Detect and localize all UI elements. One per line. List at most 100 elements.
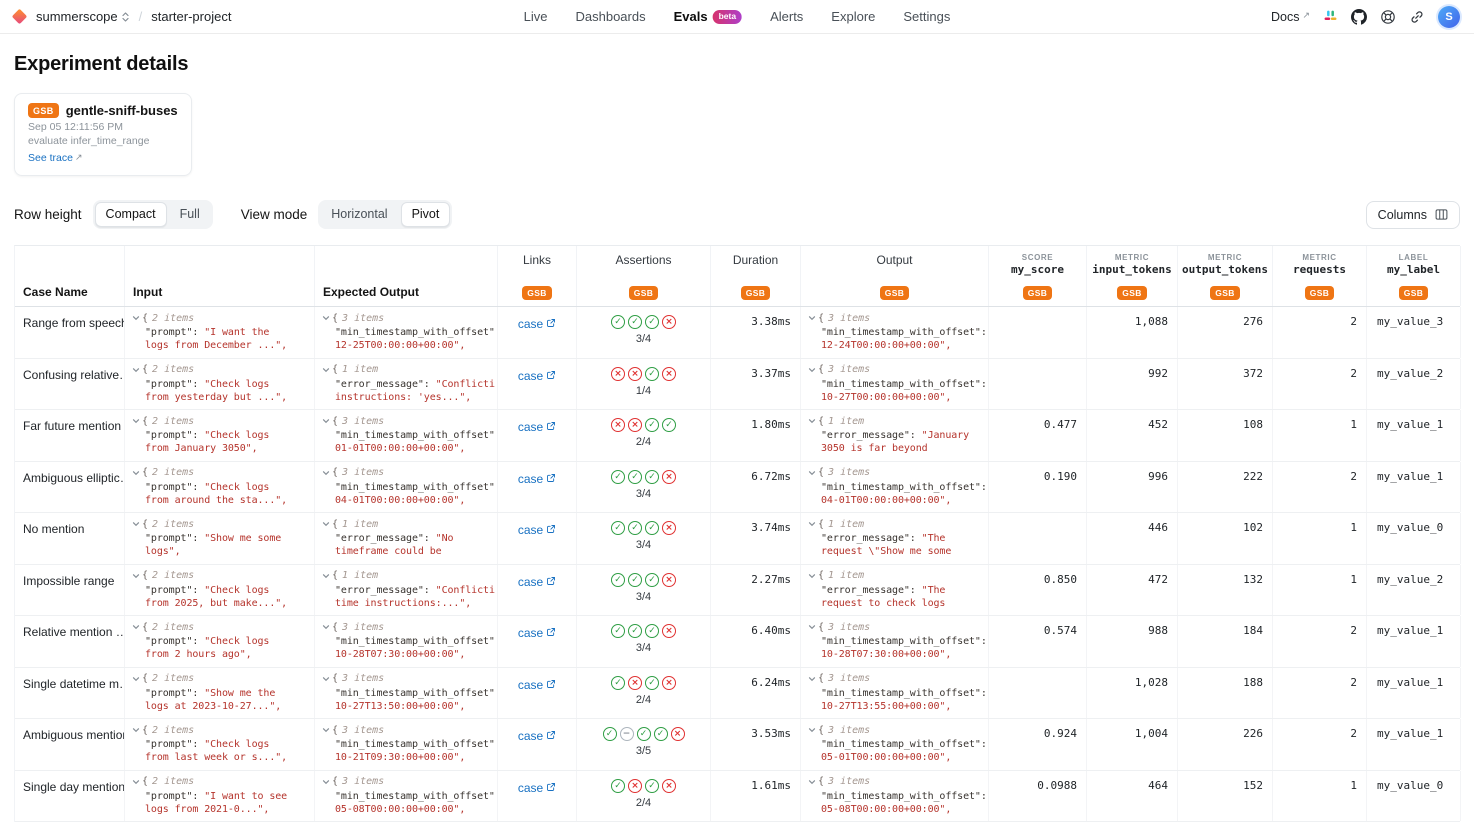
expand-icon[interactable]	[808, 520, 816, 528]
output-cell[interactable]: {1 item "error_message": "Therequest \"S…	[801, 513, 989, 564]
case-link[interactable]: case	[518, 781, 556, 822]
view-mode-pivot-button[interactable]: Pivot	[401, 202, 451, 227]
case-name-cell[interactable]: Confusing relative…	[15, 359, 125, 410]
expand-icon[interactable]	[808, 469, 816, 477]
case-name-cell[interactable]: Relative mention …	[15, 616, 125, 667]
expand-icon[interactable]	[808, 726, 816, 734]
output-cell[interactable]: {3 items "min_timestamp_with_offset":12-…	[801, 307, 989, 358]
col-header-case-name[interactable]: Case Name	[15, 246, 125, 306]
case-name-cell[interactable]: Impossible range	[15, 565, 125, 616]
input-cell[interactable]: {2 items "prompt": "Check logsfrom aroun…	[125, 462, 315, 513]
output-cell[interactable]: {3 items "min_timestamp_with_offset":10-…	[801, 616, 989, 667]
output-cell[interactable]: {3 items "min_timestamp_with_offset":04-…	[801, 462, 989, 513]
expand-icon[interactable]	[322, 314, 330, 322]
expected-output-cell[interactable]: {3 items "min_timestamp_with_offset":10-…	[315, 719, 498, 770]
project-name[interactable]: starter-project	[151, 9, 231, 24]
output-cell[interactable]: {3 items "min_timestamp_with_offset":10-…	[801, 668, 989, 719]
output-cell[interactable]: {1 item "error_message": "January3050 is…	[801, 410, 989, 461]
case-link[interactable]: case	[518, 420, 556, 461]
output-cell[interactable]: {3 items "min_timestamp_with_offset":10-…	[801, 359, 989, 410]
input-cell[interactable]: {2 items "prompt": "Check logsfrom Janua…	[125, 410, 315, 461]
input-cell[interactable]: {2 items "prompt": "Check logsfrom 2025,…	[125, 565, 315, 616]
input-cell[interactable]: {2 items "prompt": "Check logsfrom 2 hou…	[125, 616, 315, 667]
case-link[interactable]: case	[518, 678, 556, 719]
case-name-cell[interactable]: No mention	[15, 513, 125, 564]
col-header-assertions[interactable]: Assertions GSB	[577, 246, 711, 306]
input-cell[interactable]: {2 items "prompt": "I want to seelogs fr…	[125, 771, 315, 822]
row-height-compact-button[interactable]: Compact	[95, 202, 167, 227]
expand-icon[interactable]	[322, 623, 330, 631]
expected-output-cell[interactable]: {3 items "min_timestamp_with_offset":10-…	[315, 668, 498, 719]
slack-icon[interactable]	[1323, 9, 1338, 24]
tab-settings[interactable]: Settings	[903, 0, 950, 33]
org-switcher[interactable]: summerscope	[36, 9, 130, 24]
expected-output-cell[interactable]: {1 item "error_message": "Conflictiinstr…	[315, 359, 498, 410]
expand-icon[interactable]	[322, 520, 330, 528]
expand-icon[interactable]	[132, 417, 140, 425]
col-header-my-label[interactable]: LABEL my_label GSB	[1367, 246, 1461, 306]
col-header-links[interactable]: Links GSB	[498, 246, 577, 306]
case-link[interactable]: case	[518, 575, 556, 616]
case-link[interactable]: case	[518, 369, 556, 410]
expand-icon[interactable]	[322, 417, 330, 425]
case-name-cell[interactable]: Ambiguous mention	[15, 719, 125, 770]
expand-icon[interactable]	[132, 314, 140, 322]
expand-icon[interactable]	[132, 675, 140, 683]
view-mode-horizontal-button[interactable]: Horizontal	[320, 202, 398, 227]
col-header-input-tokens[interactable]: METRIC input_tokens GSB	[1087, 246, 1178, 306]
expected-output-cell[interactable]: {3 items "min_timestamp_with_offset":01-…	[315, 410, 498, 461]
case-link[interactable]: case	[518, 472, 556, 513]
expand-icon[interactable]	[808, 572, 816, 580]
expand-icon[interactable]	[132, 778, 140, 786]
expand-icon[interactable]	[322, 778, 330, 786]
expand-icon[interactable]	[132, 469, 140, 477]
case-link[interactable]: case	[518, 317, 556, 358]
case-name-cell[interactable]: Range from speech	[15, 307, 125, 358]
expand-icon[interactable]	[808, 314, 816, 322]
col-header-output-tokens[interactable]: METRIC output_tokens GSB	[1178, 246, 1273, 306]
expand-icon[interactable]	[808, 675, 816, 683]
row-height-full-button[interactable]: Full	[169, 202, 211, 227]
help-icon[interactable]	[1380, 9, 1396, 25]
tab-alerts[interactable]: Alerts	[770, 0, 803, 33]
expand-icon[interactable]	[132, 366, 140, 374]
expand-icon[interactable]	[132, 726, 140, 734]
expected-output-cell[interactable]: {3 items "min_timestamp_with_offset":04-…	[315, 462, 498, 513]
expand-icon[interactable]	[808, 366, 816, 374]
expand-icon[interactable]	[132, 623, 140, 631]
expand-icon[interactable]	[132, 520, 140, 528]
output-cell[interactable]: {3 items "min_timestamp_with_offset":05-…	[801, 771, 989, 822]
tab-live[interactable]: Live	[524, 0, 548, 33]
github-icon[interactable]	[1351, 9, 1367, 25]
output-cell[interactable]: {3 items "min_timestamp_with_offset":05-…	[801, 719, 989, 770]
expand-icon[interactable]	[322, 366, 330, 374]
col-header-output[interactable]: Output GSB	[801, 246, 989, 306]
output-cell[interactable]: {1 item "error_message": "Therequest to …	[801, 565, 989, 616]
docs-link[interactable]: Docs↗	[1271, 10, 1310, 24]
input-cell[interactable]: {2 items "prompt": "Show me somelogs",	[125, 513, 315, 564]
tab-evals[interactable]: Evals beta	[674, 0, 742, 33]
avatar[interactable]: S	[1438, 6, 1460, 28]
input-cell[interactable]: {2 items "prompt": "Check logsfrom yeste…	[125, 359, 315, 410]
tab-explore[interactable]: Explore	[831, 0, 875, 33]
tab-dashboards[interactable]: Dashboards	[575, 0, 645, 33]
expected-output-cell[interactable]: {3 items "min_timestamp_with_offset":12-…	[315, 307, 498, 358]
col-header-expected-output[interactable]: Expected Output	[315, 246, 498, 306]
expand-icon[interactable]	[808, 623, 816, 631]
case-link[interactable]: case	[518, 626, 556, 667]
expand-icon[interactable]	[322, 675, 330, 683]
expand-icon[interactable]	[322, 726, 330, 734]
case-link[interactable]: case	[518, 729, 556, 770]
expand-icon[interactable]	[322, 469, 330, 477]
expand-icon[interactable]	[132, 572, 140, 580]
expected-output-cell[interactable]: {1 item "error_message": "Conflictitime …	[315, 565, 498, 616]
case-link[interactable]: case	[518, 523, 556, 564]
col-header-input[interactable]: Input	[125, 246, 315, 306]
col-header-my-score[interactable]: SCORE my_score GSB	[989, 246, 1087, 306]
expected-output-cell[interactable]: {1 item "error_message": "Notimeframe co…	[315, 513, 498, 564]
case-name-cell[interactable]: Single day mention	[15, 771, 125, 822]
expected-output-cell[interactable]: {3 items "min_timestamp_with_offset":10-…	[315, 616, 498, 667]
expected-output-cell[interactable]: {3 items "min_timestamp_with_offset":05-…	[315, 771, 498, 822]
see-trace-link[interactable]: See trace↗	[28, 152, 83, 164]
columns-button[interactable]: Columns	[1366, 201, 1460, 229]
